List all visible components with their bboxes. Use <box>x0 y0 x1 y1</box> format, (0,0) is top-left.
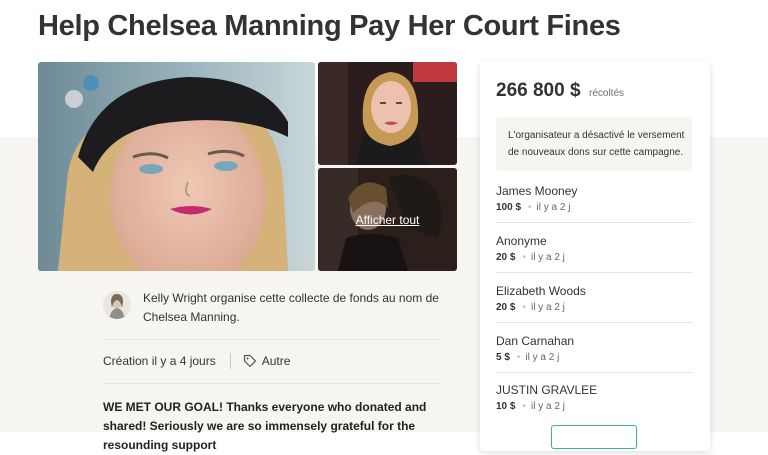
created-date: Création il y a 4 jours <box>103 354 216 368</box>
donation-amount: 20 $ <box>496 302 516 313</box>
donation-amount: 5 $ <box>496 352 510 363</box>
photo-gallery: Afficher tout <box>38 62 457 271</box>
amount-raised-label: récoltés <box>588 88 624 99</box>
organizer-avatar[interactable] <box>103 291 131 319</box>
donation-divider <box>496 222 692 223</box>
donation-time: il y a 2 j <box>525 352 560 363</box>
donations-disabled-notice: L'organisateur a désactivé le versement … <box>496 117 692 171</box>
amount-raised: 266 800 $ récoltés <box>496 80 624 102</box>
donation-time: il y a 2 j <box>530 302 565 313</box>
campaign-meta: Création il y a 4 jours Autre <box>103 353 443 369</box>
donation-amount: 10 $ <box>496 401 516 412</box>
donation-amount: 20 $ <box>496 252 516 263</box>
secondary-photo-image <box>318 62 457 165</box>
organizer-avatar-image <box>103 291 131 319</box>
view-all-photos-link[interactable]: Afficher tout <box>318 168 457 271</box>
dot-icon: • <box>516 352 521 363</box>
donor-name: Dan Carnahan <box>496 334 575 348</box>
campaign-story: WE MET OUR GOAL! Thanks everyone who don… <box>103 400 427 452</box>
donation-time: il y a 2 j <box>530 401 565 412</box>
donation-time: il y a 2 j <box>530 252 565 263</box>
donation-item: Elizabeth Woods 20 $ • il y a 2 j <box>496 284 692 334</box>
donation-sidebar: 266 800 $ récoltés L'organisateur a désa… <box>480 61 710 451</box>
secondary-photo[interactable] <box>318 62 457 165</box>
donation-amount: 100 $ <box>496 202 522 213</box>
donation-item: Anonyme 20 $ • il y a 2 j <box>496 234 692 284</box>
donor-name: JUSTIN GRAVLEE <box>496 383 598 397</box>
dot-icon: • <box>522 252 526 263</box>
category-link[interactable]: Autre <box>262 354 291 368</box>
section-divider <box>103 339 441 340</box>
dot-icon: • <box>522 401 526 412</box>
meta-separator <box>229 353 231 369</box>
donation-divider <box>496 322 692 323</box>
donation-time: il y a 2 j <box>536 202 571 213</box>
dot-icon: • <box>528 202 532 213</box>
donation-divider <box>496 372 692 373</box>
main-photo[interactable] <box>38 62 315 271</box>
donation-item: Dan Carnahan 5 $ • il y a 2 j <box>496 334 692 384</box>
main-photo-image <box>38 62 315 271</box>
donor-name: Anonyme <box>496 234 547 248</box>
organizer-description: Kelly Wright organise cette collecte de … <box>143 291 439 324</box>
tag-icon <box>243 354 256 368</box>
amount-raised-value: 266 800 $ <box>496 80 581 101</box>
donor-name: James Mooney <box>496 184 578 198</box>
page-title: Help Chelsea Manning Pay Her Court Fines <box>38 10 621 42</box>
donation-divider <box>496 272 692 273</box>
section-divider <box>103 383 441 384</box>
see-all-donations-button[interactable] <box>551 425 637 449</box>
donor-name: Elizabeth Woods <box>496 284 586 298</box>
dot-icon: • <box>522 302 526 313</box>
donation-item: James Mooney 100 $ • il y a 2 j <box>496 184 692 234</box>
